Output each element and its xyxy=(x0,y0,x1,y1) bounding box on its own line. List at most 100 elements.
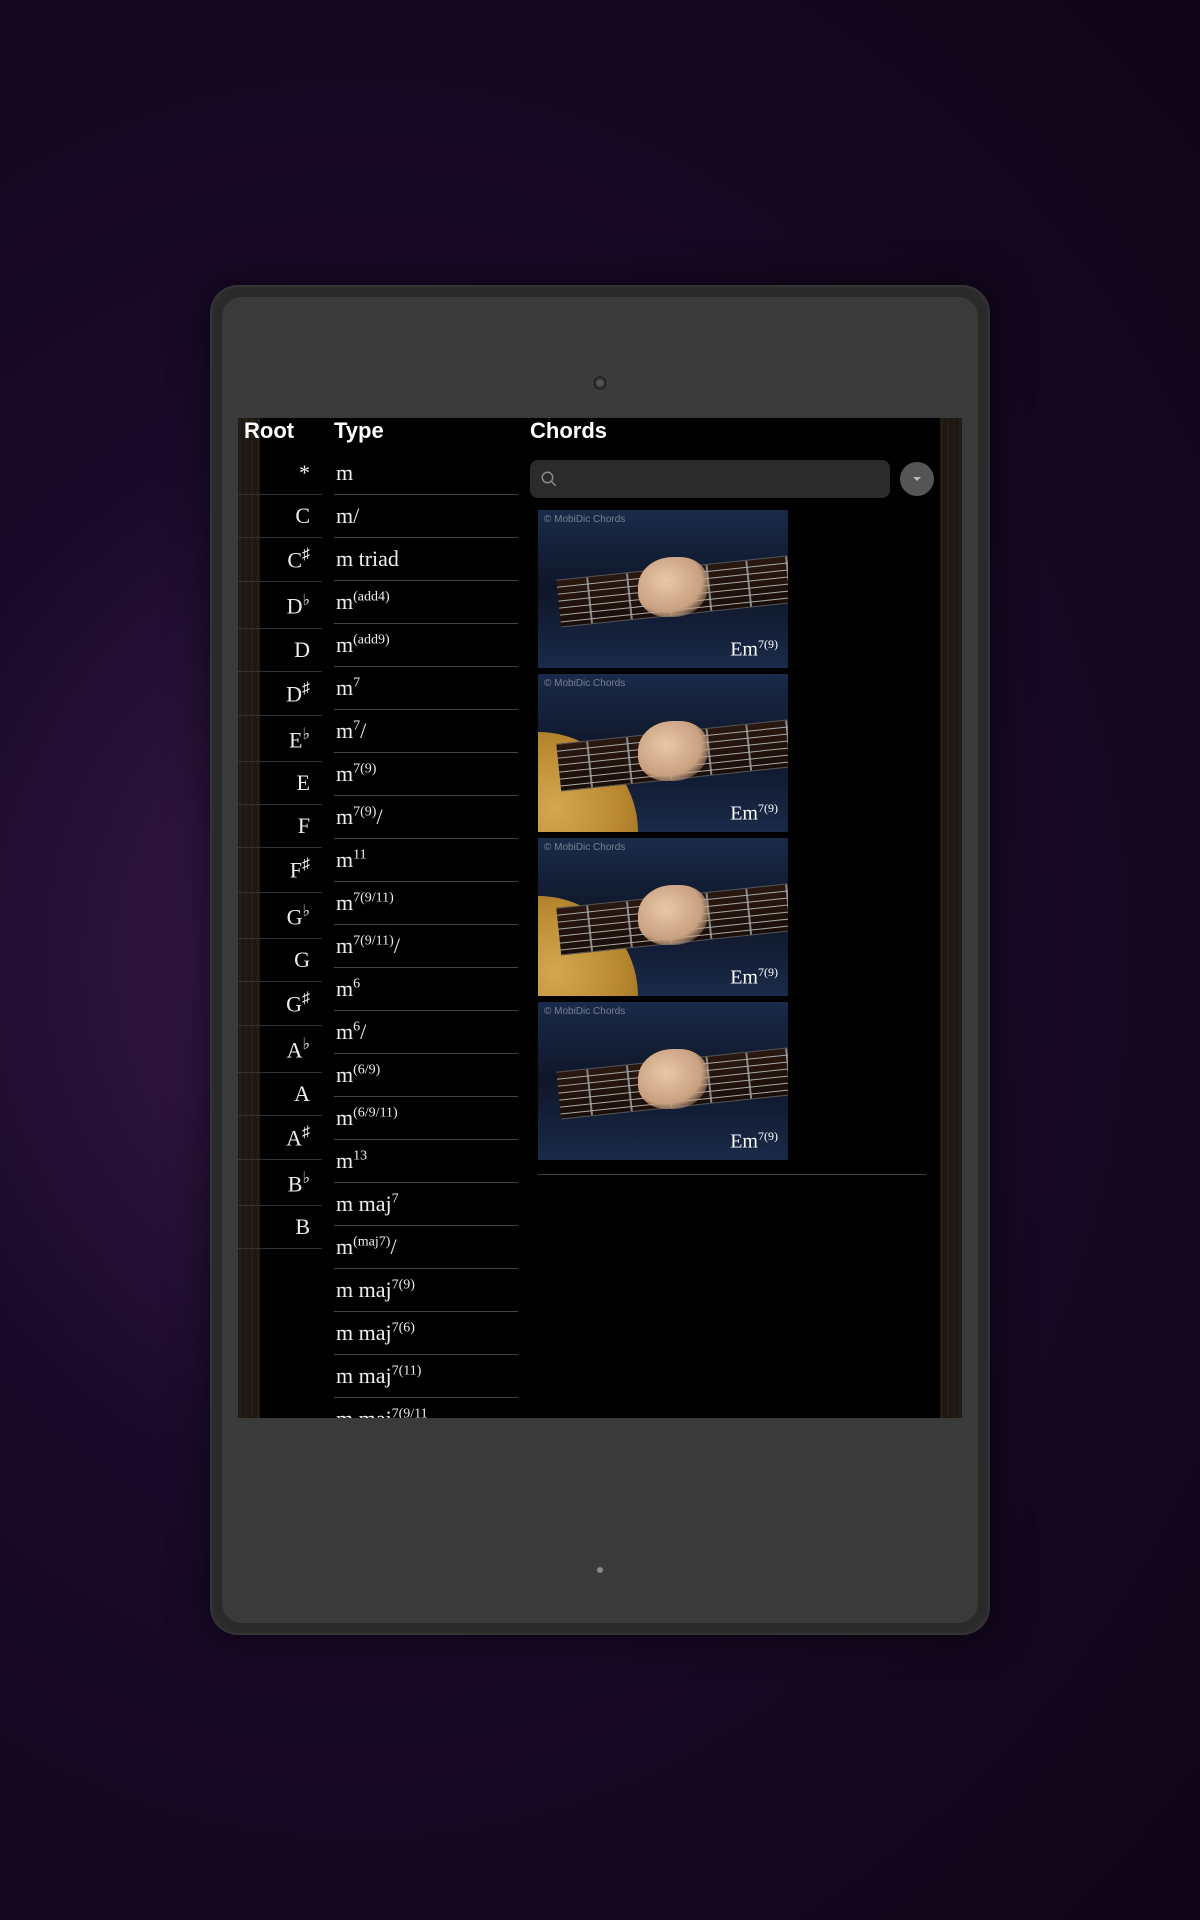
type-pre: m/ xyxy=(336,503,359,528)
type-superscript: 7 xyxy=(392,1192,399,1207)
chord-card[interactable]: © MobiDic Chords Em7(9) xyxy=(538,838,788,996)
type-item[interactable]: m7(9/11) xyxy=(334,882,518,925)
front-camera xyxy=(592,375,608,391)
column-root: Root *CC♯D♭DD♯E♭EFF♯G♭GG♯A♭AA♯B♭B xyxy=(238,418,322,1418)
root-accidental: ♭ xyxy=(302,1170,310,1187)
type-item[interactable]: m maj7(9) xyxy=(334,1269,518,1312)
chord-label: Em7(9) xyxy=(730,801,778,826)
root-item[interactable]: F xyxy=(238,805,322,848)
type-item[interactable]: m7(9)/ xyxy=(334,796,518,839)
type-pre: m maj xyxy=(336,1277,392,1302)
root-item[interactable]: A♯ xyxy=(238,1116,322,1160)
type-superscript: 7(11) xyxy=(392,1364,422,1379)
type-pre: m xyxy=(336,1234,353,1259)
type-item[interactable]: m6 xyxy=(334,968,518,1011)
root-item[interactable]: B♭ xyxy=(238,1160,322,1206)
type-item[interactable]: m(6/9/11) xyxy=(334,1097,518,1140)
tablet-bezel: Root *CC♯D♭DD♯E♭EFF♯G♭GG♯A♭AA♯B♭B Type m… xyxy=(222,297,978,1623)
type-superscript: (add9) xyxy=(353,633,390,648)
root-item[interactable]: F♯ xyxy=(238,848,322,892)
watermark: © MobiDic Chords xyxy=(544,1006,625,1017)
root-item[interactable]: E♭ xyxy=(238,716,322,762)
type-item[interactable]: m7/ xyxy=(334,710,518,753)
type-item[interactable]: m11 xyxy=(334,839,518,882)
root-item[interactable]: G♭ xyxy=(238,893,322,939)
type-item[interactable]: m7 xyxy=(334,667,518,710)
type-post: / xyxy=(394,933,400,958)
root-item[interactable]: G xyxy=(238,939,322,982)
type-item[interactable]: m7(9/11)/ xyxy=(334,925,518,968)
type-pre: m xyxy=(336,1019,353,1044)
type-superscript: (6/9/11) xyxy=(353,1106,398,1121)
root-item[interactable]: E xyxy=(238,762,322,805)
type-item[interactable]: m(maj7)/ xyxy=(334,1226,518,1269)
home-indicator xyxy=(597,1567,603,1573)
root-item[interactable]: D xyxy=(238,629,322,672)
type-superscript: 6 xyxy=(353,977,360,992)
guitarist-hand xyxy=(638,885,708,945)
tablet-frame: Root *CC♯D♭DD♯E♭EFF♯G♭GG♯A♭AA♯B♭B Type m… xyxy=(210,285,990,1635)
type-item[interactable]: m maj7(11) xyxy=(334,1355,518,1398)
chord-label-sup: 7(9) xyxy=(758,965,778,979)
chord-label-root: Em xyxy=(730,803,758,825)
guitarist-hand xyxy=(638,1049,708,1109)
chord-label-sup: 7(9) xyxy=(758,637,778,651)
column-type: Type mm/m triadm(add4)m(add9)m7m7/m7(9)m… xyxy=(328,418,518,1418)
type-superscript: (6/9) xyxy=(353,1063,380,1078)
type-item[interactable]: m(add9) xyxy=(334,624,518,667)
type-pre: m maj xyxy=(336,1320,392,1345)
root-base: B xyxy=(288,1171,303,1196)
type-item[interactable]: m/ xyxy=(334,495,518,538)
type-item[interactable]: m6/ xyxy=(334,1011,518,1054)
type-pre: m xyxy=(336,718,353,743)
chord-card[interactable]: © MobiDic Chords Em7(9) xyxy=(538,1002,788,1160)
root-base: D xyxy=(287,594,303,619)
dropdown-button[interactable] xyxy=(900,462,934,496)
root-item[interactable]: D♯ xyxy=(238,672,322,716)
search-row xyxy=(524,452,940,510)
type-superscript: (add4) xyxy=(353,590,390,605)
type-item[interactable]: m(add4) xyxy=(334,581,518,624)
type-pre: m xyxy=(336,675,353,700)
type-item[interactable]: m7(9) xyxy=(334,753,518,796)
root-base: A xyxy=(287,1038,303,1063)
app-screen: Root *CC♯D♭DD♯E♭EFF♯G♭GG♯A♭AA♯B♭B Type m… xyxy=(238,418,962,1418)
header-type: Type xyxy=(328,418,518,452)
root-item[interactable]: D♭ xyxy=(238,582,322,628)
root-item[interactable]: A xyxy=(238,1073,322,1116)
type-superscript: 11 xyxy=(353,848,366,863)
watermark: © MobiDic Chords xyxy=(544,842,625,853)
type-item[interactable]: m(6/9) xyxy=(334,1054,518,1097)
root-item[interactable]: C xyxy=(238,495,322,538)
chord-card[interactable]: © MobiDic Chords Em7(9) xyxy=(538,510,788,668)
type-item[interactable]: m maj7 xyxy=(334,1183,518,1226)
chord-label: Em7(9) xyxy=(730,637,778,662)
root-item[interactable]: B xyxy=(238,1206,322,1249)
chord-label-sup: 7(9) xyxy=(758,801,778,815)
root-item[interactable]: G♯ xyxy=(238,982,322,1026)
type-list[interactable]: mm/m triadm(add4)m(add9)m7m7/m7(9)m7(9)/… xyxy=(328,452,518,1418)
type-superscript: 7(9) xyxy=(353,805,376,820)
type-item[interactable]: m xyxy=(334,452,518,495)
root-base: A xyxy=(294,1081,310,1106)
type-pre: m xyxy=(336,589,353,614)
header-root: Root xyxy=(238,418,322,452)
type-pre: m maj xyxy=(336,1363,392,1388)
root-list[interactable]: *CC♯D♭DD♯E♭EFF♯G♭GG♯A♭AA♯B♭B xyxy=(238,452,322,1418)
chord-card[interactable]: © MobiDic Chords Em7(9) xyxy=(538,674,788,832)
type-item[interactable]: m maj7(9/11 xyxy=(334,1398,518,1418)
search-field[interactable] xyxy=(564,470,880,488)
chord-card-list[interactable]: © MobiDic Chords Em7(9) © MobiDic Chords… xyxy=(524,510,940,1166)
type-item[interactable]: m13 xyxy=(334,1140,518,1183)
root-base: D xyxy=(294,637,310,662)
search-input[interactable] xyxy=(530,460,890,498)
root-item[interactable]: * xyxy=(238,452,322,495)
type-item[interactable]: m triad xyxy=(334,538,518,581)
type-item[interactable]: m maj7(6) xyxy=(334,1312,518,1355)
root-item[interactable]: C♯ xyxy=(238,538,322,582)
type-pre: m xyxy=(336,804,353,829)
root-item[interactable]: A♭ xyxy=(238,1026,322,1072)
type-superscript: 7(9/11 xyxy=(392,1407,428,1418)
type-post: / xyxy=(360,718,366,743)
root-accidental: ♯ xyxy=(302,1124,310,1141)
